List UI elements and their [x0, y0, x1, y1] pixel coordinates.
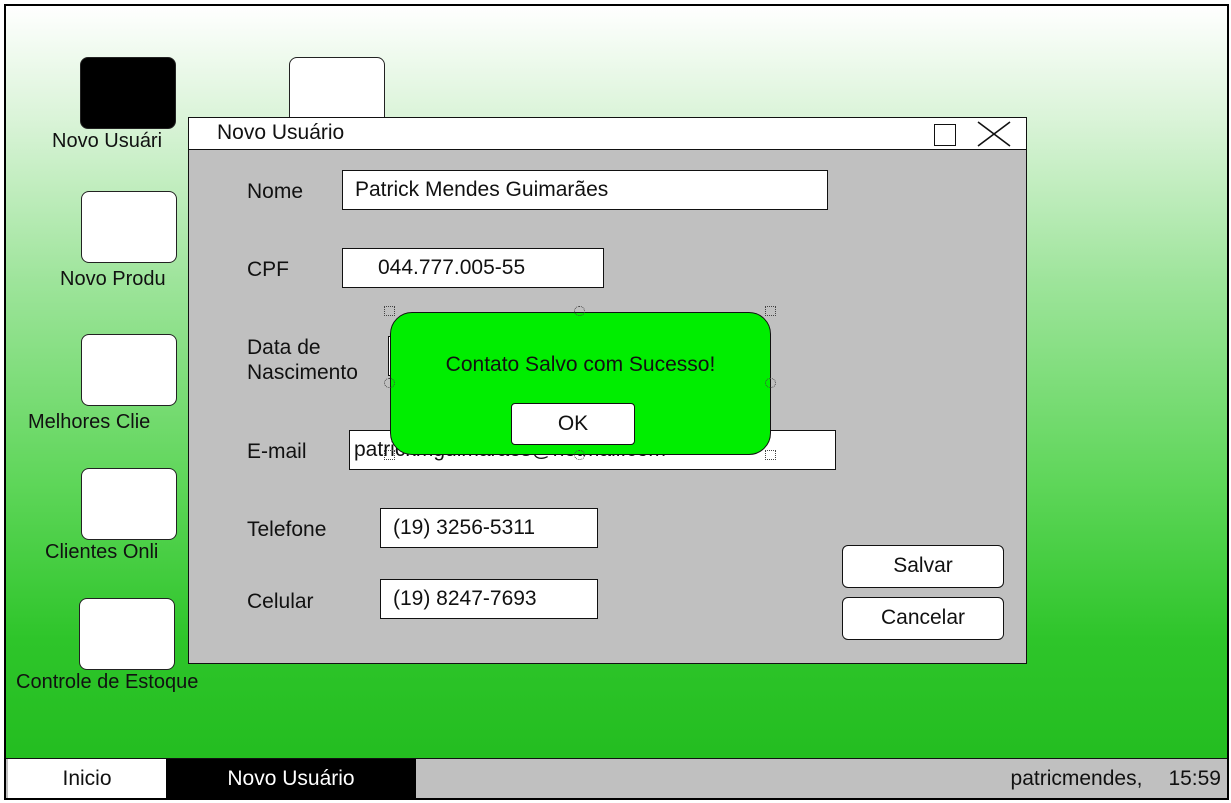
- resize-handle-top-left[interactable]: [384, 306, 395, 316]
- nome-label: Nome: [247, 180, 304, 203]
- resize-handle-middle-left[interactable]: [384, 378, 395, 388]
- nascimento-label-line2: Nascimento: [247, 361, 358, 384]
- close-icon[interactable]: [976, 120, 1012, 148]
- user-name: patricmendes,: [1010, 767, 1143, 790]
- email-label: E-mail: [247, 440, 307, 463]
- taskbar-item-novo-usuario[interactable]: Novo Usuário: [166, 759, 416, 798]
- success-popup: Contato Salvo com Sucesso! OK: [390, 312, 771, 455]
- melhores-clientes-desktop-label[interactable]: Melhores Clie: [28, 411, 150, 434]
- resize-handle-top-right[interactable]: [765, 306, 776, 316]
- clientes-online-desktop-label[interactable]: Clientes Onli: [45, 541, 158, 564]
- start-button[interactable]: Inicio: [8, 759, 166, 798]
- resize-handle-bottom-right[interactable]: [765, 450, 776, 460]
- telefone-label: Telefone: [247, 518, 327, 541]
- resize-handle-bottom-left[interactable]: [384, 450, 395, 460]
- celular-field[interactable]: (19) 8247-7693: [380, 579, 598, 619]
- cpf-field[interactable]: 044.777.005-55: [342, 248, 604, 288]
- resize-handle-bottom-center[interactable]: [574, 450, 585, 460]
- window-titlebar[interactable]: Novo Usuário: [189, 118, 1026, 150]
- telefone-field[interactable]: (19) 3256-5311: [380, 508, 598, 548]
- celular-label: Celular: [247, 590, 314, 613]
- novo-usuario-desktop-icon[interactable]: [80, 57, 176, 129]
- nome-field[interactable]: Patrick Mendes Guimarães: [342, 170, 828, 210]
- window-title: Novo Usuário: [217, 121, 345, 144]
- novo-produto-desktop-label[interactable]: Novo Produ: [60, 268, 166, 291]
- novo-usuario-desktop-label[interactable]: Novo Usuári: [52, 130, 162, 153]
- controle-estoque-desktop-icon[interactable]: [79, 598, 175, 670]
- taskbar: Inicio Novo Usuário patricmendes, 15:59: [6, 758, 1227, 798]
- ok-button[interactable]: OK: [511, 403, 635, 445]
- melhores-clientes-desktop-icon[interactable]: [81, 334, 177, 406]
- maximize-icon[interactable]: [934, 124, 956, 146]
- clock: 15:59: [1168, 767, 1221, 790]
- cpf-label: CPF: [247, 258, 289, 281]
- cancel-button[interactable]: Cancelar: [842, 597, 1004, 640]
- nascimento-label-line1: Data de: [247, 336, 321, 359]
- popup-message: Contato Salvo com Sucesso!: [445, 353, 716, 376]
- resize-handle-top-center[interactable]: [574, 306, 585, 316]
- clientes-online-desktop-icon[interactable]: [81, 468, 177, 540]
- novo-produto-desktop-icon[interactable]: [81, 191, 177, 263]
- save-button[interactable]: Salvar: [842, 545, 1004, 588]
- system-tray: patricmendes, 15:59: [1010, 759, 1221, 798]
- controle-estoque-desktop-label[interactable]: Controle de Estoque: [16, 671, 198, 694]
- resize-handle-middle-right[interactable]: [765, 378, 776, 388]
